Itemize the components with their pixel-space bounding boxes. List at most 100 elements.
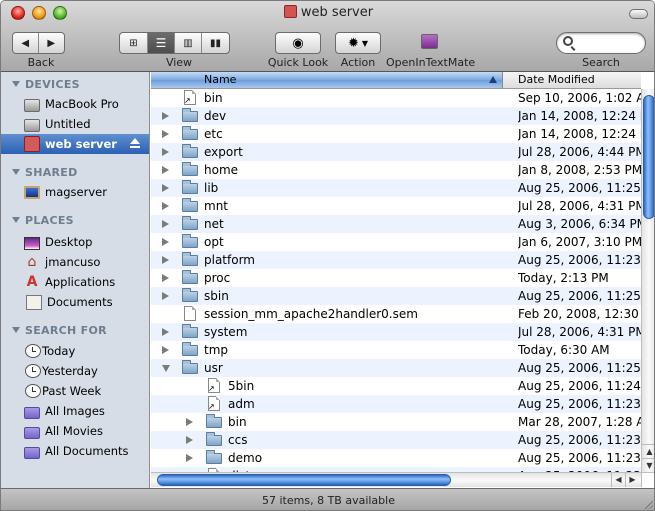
sidebar-item-untitled[interactable]: Untitled [1,114,149,134]
file-row[interactable]: ccs Aug 25, 2006, 11:23 AM [151,431,641,449]
disclosure-closed-icon[interactable] [162,292,169,300]
resize-grip-icon[interactable] [643,499,653,509]
monitor-icon [24,185,40,199]
eject-icon[interactable] [129,138,141,150]
file-row[interactable]: system Jul 28, 2006, 4:31 PM [151,323,641,341]
sidebar-item-all-images[interactable]: All Images [1,401,149,421]
sidebar-item-macbook-pro[interactable]: MacBook Pro [1,94,149,114]
file-row[interactable]: sbin Aug 25, 2006, 11:25 AM [151,287,641,305]
folder-icon [182,270,198,284]
file-name: dev [204,109,227,123]
disclosure-triangle-icon [12,217,20,223]
file-row[interactable]: tmp Today, 6:30 AM [151,341,641,359]
sidebar-item-label: Applications [45,275,116,289]
horizontal-scroll-thumb[interactable] [157,474,451,486]
disclosure-closed-icon[interactable] [162,202,169,210]
disclosure-closed-icon[interactable] [162,220,169,228]
scroll-right-arrow[interactable]: ▶ [625,473,639,487]
file-row[interactable]: proc Today, 2:13 PM [151,269,641,287]
disclosure-closed-icon[interactable] [162,346,169,354]
status-text: 57 items, 8 TB available [262,494,395,507]
sidebar-item-label: Yesterday [42,364,98,378]
sidebar-item-desktop[interactable]: Desktop [1,232,149,252]
file-row[interactable]: bin Mar 28, 2007, 1:28 AM [151,413,641,431]
file-row[interactable]: home Jan 8, 2008, 2:53 PM [151,161,641,179]
column-header-name[interactable]: Name [151,72,503,88]
sidebar-header-shared[interactable]: SHARED [12,166,78,179]
sidebar-item-web-server[interactable]: web server [1,134,149,154]
disclosure-closed-icon[interactable] [162,166,169,174]
file-row[interactable]: export Jul 28, 2006, 4:44 PM [151,143,641,161]
sidebar-item-label: All Documents [45,444,129,458]
file-row[interactable]: ↗ adm Aug 25, 2006, 11:23 AM [151,395,641,413]
sidebar-item-applications[interactable]: A Applications [1,272,149,292]
file-row[interactable]: ↗ bin Sep 10, 2006, 1:02 AM [151,89,641,107]
disclosure-closed-icon[interactable] [162,256,169,264]
sidebar-item-jmancuso[interactable]: ⌂ jmancuso [1,252,149,272]
folder-icon [206,432,222,446]
disclosure-closed-icon[interactable] [162,112,169,120]
disclosure-open-icon[interactable] [162,365,170,372]
textmate-icon[interactable] [421,34,438,49]
file-row[interactable]: ↗ 5bin Aug 25, 2006, 11:24 AM [151,377,641,395]
textmate-label[interactable]: OpenInTextMate [386,56,475,69]
search-field[interactable] [556,32,646,54]
file-row[interactable]: demo Aug 25, 2006, 11:23 AM [151,449,641,467]
list-view-button[interactable]: ☰ [148,33,175,53]
disclosure-closed-icon[interactable] [162,130,169,138]
vertical-scrollbar[interactable]: ▲ ▼ [641,89,654,472]
sidebar-item-documents[interactable]: Documents [1,292,149,312]
file-row[interactable]: opt Jan 6, 2007, 3:10 PM [151,233,641,251]
file-row[interactable]: lib Aug 25, 2006, 11:25 AM [151,179,641,197]
scroll-up-arrow[interactable]: ▲ [642,444,654,458]
disclosure-closed-icon[interactable] [186,418,193,426]
sidebar: DEVICES MacBook Pro Untitled web server … [1,72,150,488]
sidebar-item-all-documents[interactable]: All Documents [1,441,149,461]
sidebar-item-label: magserver [45,185,107,199]
action-button[interactable]: ✹ ▼ [335,32,381,54]
alias-file-icon: ↗ [208,378,220,393]
icon-view-button[interactable]: ⊞ [120,33,148,53]
column-header-date-modified[interactable]: Date Modified [504,72,595,88]
sidebar-item-yesterday[interactable]: Yesterday [1,361,149,381]
sidebar-item-past-week[interactable]: Past Week [1,381,149,401]
disclosure-closed-icon[interactable] [162,274,169,282]
sidebar-item-magserver[interactable]: magserver [1,182,149,202]
disclosure-closed-icon[interactable] [162,238,169,246]
disclosure-closed-icon[interactable] [162,184,169,192]
column-header-date-label: Date Modified [518,73,595,86]
file-row[interactable]: mnt Jul 28, 2006, 4:31 PM [151,197,641,215]
file-name: export [204,145,243,159]
vertical-scroll-thumb[interactable] [643,95,654,219]
forward-button[interactable]: ▶ [39,33,64,53]
file-row[interactable]: etc Jan 14, 2008, 12:24 PM [151,125,641,143]
column-view-icon: ▥ [183,37,193,49]
horizontal-scrollbar[interactable]: ◀ ▶ [151,472,641,487]
toolbar-toggle-button[interactable] [629,9,648,19]
search-input[interactable] [577,35,641,51]
scroll-down-arrow[interactable]: ▼ [642,458,654,472]
quick-look-button[interactable]: ◉ [275,32,321,54]
file-row[interactable]: dev Jan 14, 2008, 12:24 PM [151,107,641,125]
document-icon [184,306,196,321]
sidebar-item-all-movies[interactable]: All Movies [1,421,149,441]
toolbar: web server ◀ ▶ Back ⊞ ☰ ▥ ▮▮ View ◉ Quic… [1,1,654,72]
disclosure-closed-icon[interactable] [162,148,169,156]
coverflow-view-button[interactable]: ▮▮ [202,33,229,53]
scroll-left-arrow[interactable]: ◀ [611,473,625,487]
sidebar-item-today[interactable]: Today [1,341,149,361]
file-row[interactable]: usr Aug 25, 2006, 11:25 AM [151,359,641,377]
file-row[interactable]: session_mm_apache2handler0.sem Feb 20, 20… [151,305,641,323]
sidebar-header-search-for[interactable]: SEARCH FOR [12,324,107,337]
sidebar-header-places[interactable]: PLACES [12,214,74,227]
disclosure-closed-icon[interactable] [186,436,193,444]
back-forward-control: ◀ ▶ [12,32,65,54]
disclosure-closed-icon[interactable] [162,328,169,336]
sidebar-header-devices[interactable]: DEVICES [12,78,80,91]
desktop-icon [24,236,40,250]
disclosure-closed-icon[interactable] [186,454,193,462]
column-view-button[interactable]: ▥ [175,33,202,53]
back-button[interactable]: ◀ [13,33,39,53]
file-row[interactable]: platform Aug 25, 2006, 11:23 AM [151,251,641,269]
file-row[interactable]: net Aug 3, 2006, 6:34 PM [151,215,641,233]
